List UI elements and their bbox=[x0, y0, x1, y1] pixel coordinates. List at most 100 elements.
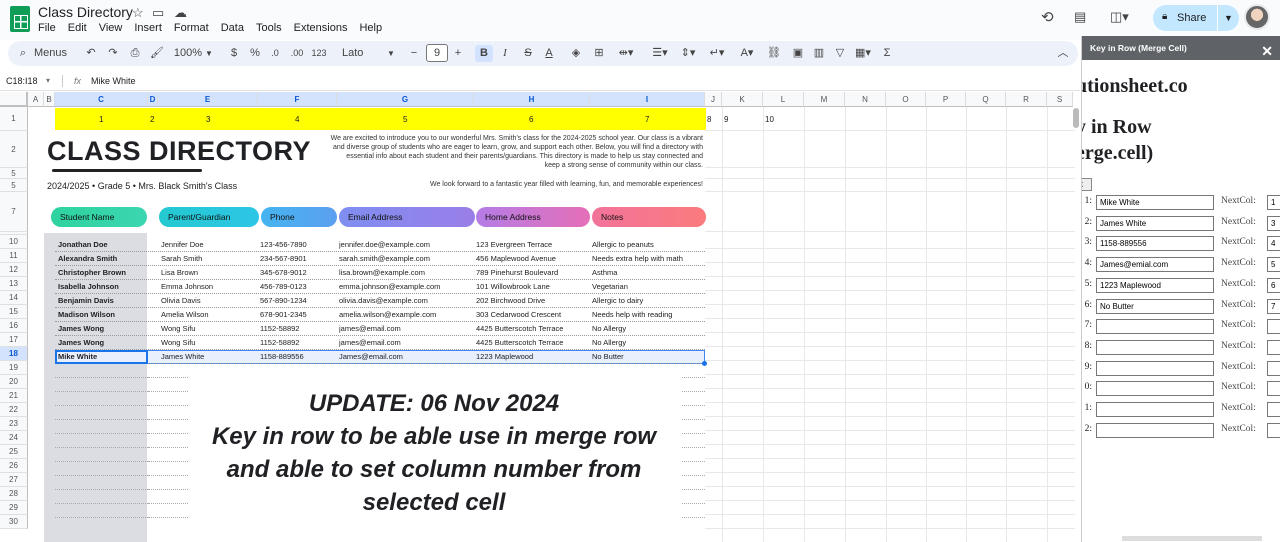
table-row[interactable]: Madison Wilson Amelia Wilson 678-901-2345 a… bbox=[55, 308, 705, 322]
menu-data[interactable]: Data bbox=[221, 22, 244, 34]
currency-format[interactable]: $ bbox=[228, 45, 240, 62]
strikethrough-button[interactable]: S bbox=[521, 45, 535, 62]
paint-format-icon[interactable]: 🖌︎ bbox=[150, 45, 164, 62]
undo-icon[interactable]: ↶ bbox=[84, 45, 98, 62]
text-wrap-icon[interactable]: ↵▾ bbox=[705, 45, 729, 62]
vertical-align-icon[interactable]: ⇕▾ bbox=[676, 45, 700, 62]
table-row[interactable]: Isabella Johnson Emma Johnson 456-789-0123… bbox=[55, 280, 705, 294]
column-header-h[interactable]: H bbox=[474, 92, 590, 107]
column-header-d[interactable]: D bbox=[148, 92, 158, 107]
percent-format[interactable]: % bbox=[249, 45, 261, 62]
increase-decimal[interactable]: .00 bbox=[288, 45, 306, 62]
column-header-k[interactable]: K bbox=[722, 92, 763, 107]
row-value-input[interactable] bbox=[1096, 339, 1214, 355]
menu-extensions[interactable]: Extensions bbox=[294, 22, 348, 34]
text-color-icon[interactable]: A bbox=[542, 45, 556, 62]
row-header[interactable]: 7 bbox=[0, 192, 28, 232]
nextcol-input[interactable] bbox=[1267, 319, 1280, 335]
share-button[interactable]: 🔒︎ Share ▼ bbox=[1153, 5, 1239, 31]
row-header[interactable]: 5 bbox=[0, 179, 28, 192]
name-box[interactable]: C18:I18 bbox=[6, 76, 38, 86]
row-value-input[interactable] bbox=[1096, 236, 1214, 252]
row-value-input[interactable] bbox=[1096, 422, 1214, 438]
row-header[interactable]: 24 bbox=[0, 431, 28, 445]
column-header-e[interactable]: E bbox=[158, 92, 258, 107]
table-row[interactable]: Mike White James White 1158-889556 James@em… bbox=[55, 350, 705, 364]
submit-button[interactable]: it bbox=[1082, 178, 1092, 191]
row-header[interactable]: 26 bbox=[0, 459, 28, 473]
table-row[interactable]: Alexandra Smith Sarah Smith 234-567-8901 sa… bbox=[55, 252, 705, 266]
nextcol-input[interactable] bbox=[1267, 236, 1280, 252]
column-header-m[interactable]: M bbox=[804, 92, 845, 107]
column-header-g[interactable]: G bbox=[337, 92, 474, 107]
nextcol-input[interactable] bbox=[1267, 195, 1280, 210]
row-header[interactable]: 14 bbox=[0, 291, 28, 305]
table-row[interactable]: James Wong Wong Sifu 1152-58892 james@email… bbox=[55, 322, 705, 336]
borders-icon[interactable]: ⊞ bbox=[592, 45, 606, 62]
column-header-a[interactable]: A bbox=[28, 92, 44, 107]
menu-tools[interactable]: Tools bbox=[256, 22, 282, 34]
row-header[interactable]: 29 bbox=[0, 501, 28, 515]
nextcol-input[interactable] bbox=[1267, 381, 1280, 397]
document-title[interactable]: Class Directory bbox=[38, 4, 133, 20]
nextcol-input[interactable] bbox=[1267, 422, 1280, 438]
row-header[interactable]: 10 bbox=[0, 235, 28, 249]
horizontal-align-icon[interactable]: ☰▾ bbox=[648, 45, 672, 62]
column-header-s[interactable]: S bbox=[1047, 92, 1073, 107]
column-header-o[interactable]: O bbox=[886, 92, 926, 107]
column-header-p[interactable]: P bbox=[926, 92, 966, 107]
history-icon[interactable]: ⟲ bbox=[1041, 8, 1054, 26]
row-header[interactable]: 22 bbox=[0, 403, 28, 417]
row-value-input[interactable] bbox=[1096, 195, 1214, 210]
zoom-dropdown-icon[interactable]: ▼ bbox=[204, 45, 214, 62]
functions-icon[interactable]: Σ bbox=[880, 45, 894, 62]
row-header[interactable]: 23 bbox=[0, 417, 28, 431]
row-header[interactable]: 17 bbox=[0, 333, 28, 347]
column-header-q[interactable]: Q bbox=[966, 92, 1006, 107]
row-header[interactable]: 1 bbox=[0, 107, 28, 131]
table-row[interactable]: Christopher Brown Lisa Brown 345-678-9012 l… bbox=[55, 266, 705, 280]
select-all-corner[interactable] bbox=[0, 92, 28, 107]
column-header-c[interactable]: C bbox=[55, 92, 148, 107]
row-value-input[interactable] bbox=[1096, 277, 1214, 293]
fill-color-icon[interactable]: ◈ bbox=[569, 45, 583, 62]
column-header-n[interactable]: N bbox=[845, 92, 886, 107]
vertical-scrollbar[interactable] bbox=[1073, 108, 1079, 128]
nextcol-input[interactable] bbox=[1267, 277, 1280, 293]
active-cell[interactable] bbox=[55, 350, 148, 364]
column-header-i[interactable]: I bbox=[590, 92, 705, 107]
comments-icon[interactable]: ▤ bbox=[1074, 9, 1086, 25]
column-header-r[interactable]: R bbox=[1006, 92, 1047, 107]
row-header[interactable]: 27 bbox=[0, 473, 28, 487]
zoom-select[interactable]: 100% bbox=[170, 45, 206, 62]
row-header[interactable]: 2 bbox=[0, 131, 28, 168]
move-folder-icon[interactable]: ▭ bbox=[152, 5, 164, 21]
menus-search[interactable]: Menus bbox=[34, 45, 74, 62]
row-header[interactable]: 16 bbox=[0, 319, 28, 333]
sheets-logo[interactable] bbox=[10, 6, 30, 32]
comment-icon[interactable]: ▣ bbox=[791, 45, 805, 62]
fill-handle[interactable] bbox=[702, 361, 707, 366]
menu-edit[interactable]: Edit bbox=[68, 22, 87, 34]
font-select[interactable]: Lato bbox=[342, 45, 372, 62]
row-value-input[interactable] bbox=[1096, 257, 1214, 273]
meet-icon[interactable]: ◫▾ bbox=[1110, 9, 1129, 25]
close-icon[interactable]: ✕ bbox=[1261, 39, 1273, 63]
row-value-input[interactable] bbox=[1096, 402, 1214, 417]
nextcol-input[interactable] bbox=[1267, 257, 1280, 273]
font-size-increase[interactable]: + bbox=[452, 45, 464, 62]
menu-format[interactable]: Format bbox=[174, 22, 209, 34]
row-value-input[interactable] bbox=[1096, 381, 1214, 397]
search-icon[interactable]: ⌕ bbox=[16, 45, 30, 62]
column-header-j[interactable]: J bbox=[705, 92, 722, 107]
row-header[interactable]: 30 bbox=[0, 515, 28, 529]
row-header[interactable]: 19 bbox=[0, 361, 28, 375]
table-row[interactable]: James Wong Wong Sifu 1152-58892 james@email… bbox=[55, 336, 705, 350]
row-value-input[interactable] bbox=[1096, 298, 1214, 314]
row-header[interactable]: 13 bbox=[0, 277, 28, 291]
row-header[interactable]: 15 bbox=[0, 305, 28, 319]
print-icon[interactable]: ⎙ bbox=[128, 45, 142, 62]
column-header-f[interactable]: F bbox=[258, 92, 337, 107]
star-icon[interactable]: ☆ bbox=[132, 5, 144, 21]
bold-button[interactable]: B bbox=[475, 45, 493, 62]
